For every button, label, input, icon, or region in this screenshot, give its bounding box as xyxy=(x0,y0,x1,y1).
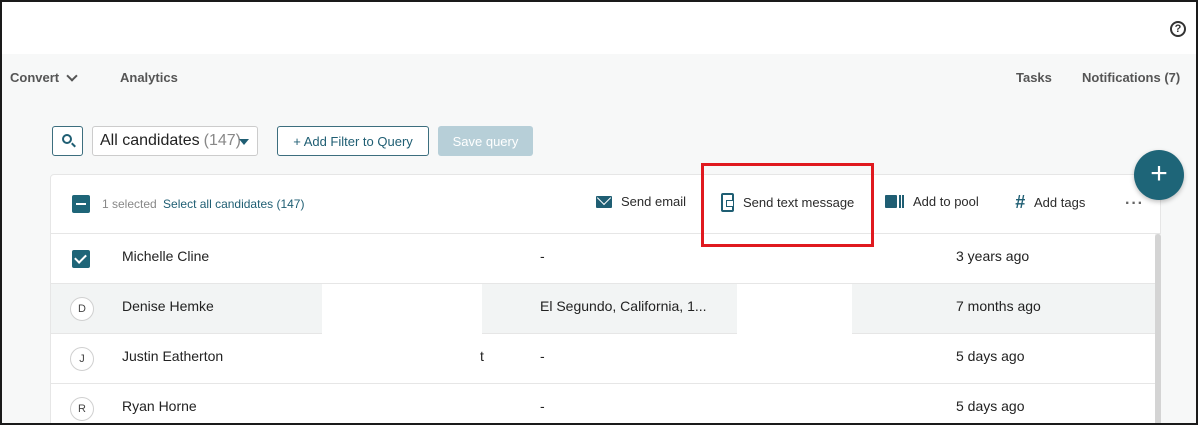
candidate-location: - xyxy=(540,348,545,364)
candidate-last-activity: 5 days ago xyxy=(956,348,1025,364)
candidate-list-count: (147) xyxy=(203,132,241,149)
table-row[interactable]: Michelle Cline - 3 years ago xyxy=(51,234,1155,284)
search-button[interactable] xyxy=(52,126,83,156)
main-nav: Convert Analytics Tasks Notifications (7… xyxy=(2,54,1196,100)
mobile-message-icon xyxy=(721,193,734,212)
nav-convert-label: Convert xyxy=(10,70,60,85)
selected-count: 1 selected xyxy=(102,197,157,211)
candidate-name[interactable]: Michelle Cline xyxy=(122,248,209,264)
send-email-button[interactable]: Send email xyxy=(596,194,686,209)
send-text-label: Send text message xyxy=(743,195,855,210)
hashtag-icon: # xyxy=(1015,192,1026,212)
candidate-location: El Segundo, California, 1... xyxy=(540,298,707,314)
app-window: ? Convert Analytics Tasks Notifications … xyxy=(0,0,1198,425)
candidate-list-select[interactable]: All candidates (147) xyxy=(92,126,258,156)
nav-tasks[interactable]: Tasks xyxy=(1016,70,1052,85)
candidate-last-activity: 3 years ago xyxy=(956,248,1030,264)
send-email-label: Send email xyxy=(621,194,687,209)
table-scrollbar[interactable] xyxy=(1155,234,1161,423)
row-cell-mask xyxy=(737,284,852,334)
row-checkbox[interactable] xyxy=(72,250,90,268)
add-tags-label: Add tags xyxy=(1034,194,1086,210)
add-fab-button[interactable]: + xyxy=(1134,150,1184,200)
contact-card-icon xyxy=(885,195,904,208)
caret-down-icon xyxy=(239,139,249,145)
candidate-name[interactable]: Ryan Horne xyxy=(122,398,197,414)
nav-convert[interactable]: Convert xyxy=(10,69,78,85)
row-cell-mask xyxy=(322,284,482,334)
selection-summary: 1 selected Select all candidates (147) xyxy=(102,197,304,211)
candidate-table: Michelle Cline - 3 years ago D Denise He… xyxy=(51,234,1155,423)
truncated-cell-text: t xyxy=(480,348,484,364)
nav-analytics[interactable]: Analytics xyxy=(120,70,178,85)
avatar: D xyxy=(70,297,94,321)
select-all-link[interactable]: Select all candidates (147) xyxy=(163,197,304,211)
candidate-location: - xyxy=(540,248,545,264)
add-to-pool-button[interactable]: Add to pool xyxy=(885,194,979,209)
contact-card-bar xyxy=(902,195,904,208)
contact-card-bar xyxy=(899,195,901,208)
table-row[interactable]: D Denise Hemke El Segundo, California, 1… xyxy=(51,284,1155,334)
scrollbar-thumb[interactable] xyxy=(1155,234,1161,423)
candidate-last-activity: 5 days ago xyxy=(956,398,1025,414)
candidates-panel: 1 selected Select all candidates (147) S… xyxy=(50,174,1161,423)
envelope-icon xyxy=(596,195,612,208)
help-icon[interactable]: ? xyxy=(1170,21,1186,37)
avatar: J xyxy=(70,347,94,371)
candidate-name[interactable]: Justin Eatherton xyxy=(122,348,223,364)
candidate-list-label: All candidates xyxy=(100,132,200,149)
table-row[interactable]: J Justin Eatherton t - 5 days ago xyxy=(51,334,1155,384)
candidate-location: - xyxy=(540,398,545,414)
chevron-down-icon xyxy=(66,69,78,82)
top-bar: ? xyxy=(2,2,1196,54)
candidate-last-activity: 7 months ago xyxy=(956,298,1041,314)
add-tags-button[interactable]: # Add tags xyxy=(1015,192,1086,212)
save-query-button[interactable]: Save query xyxy=(438,126,533,156)
bulk-action-bar: 1 selected Select all candidates (147) S… xyxy=(51,175,1160,234)
query-toolbar: All candidates (147) + Add Filter to Que… xyxy=(2,100,1196,174)
nav-notifications[interactable]: Notifications (7) xyxy=(1082,70,1180,85)
search-icon-handle xyxy=(71,142,76,148)
contact-card-shape xyxy=(885,195,897,208)
add-to-pool-label: Add to pool xyxy=(913,194,979,209)
send-text-message-button[interactable]: Send text message xyxy=(721,193,854,212)
more-actions-icon[interactable]: ··· xyxy=(1125,195,1144,213)
select-all-checkbox[interactable] xyxy=(72,195,90,213)
candidate-name[interactable]: Denise Hemke xyxy=(122,298,214,314)
avatar: R xyxy=(70,397,94,421)
add-filter-button[interactable]: + Add Filter to Query xyxy=(277,126,429,156)
table-row[interactable]: R Ryan Horne - 5 days ago xyxy=(51,384,1155,423)
